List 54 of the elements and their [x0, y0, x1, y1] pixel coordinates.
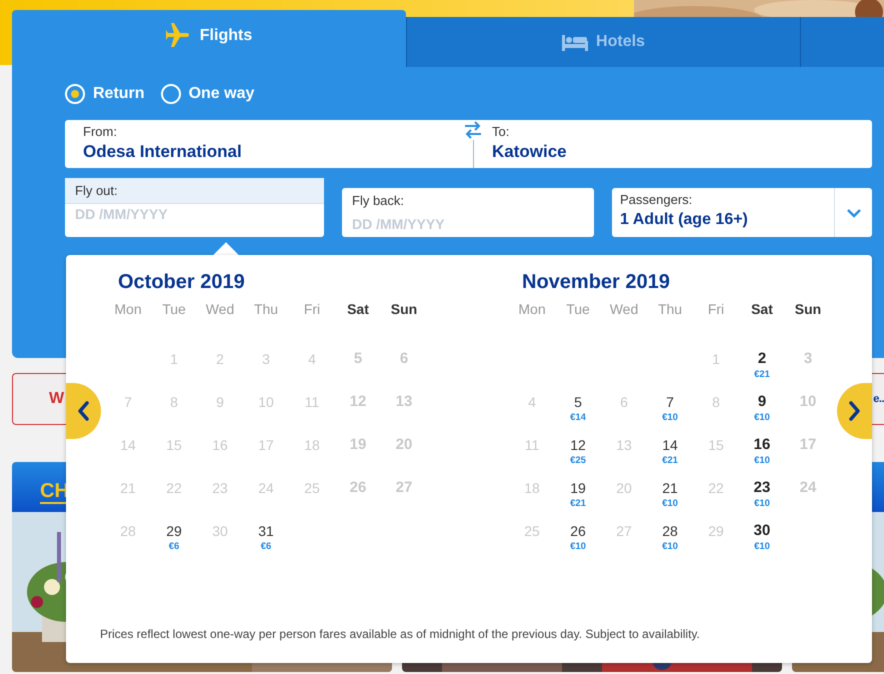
weekday-label: Sun — [794, 300, 822, 319]
month-title: October 2019 — [117, 270, 246, 295]
to-field[interactable]: To: Katowice — [474, 120, 872, 168]
weekday-label: Fri — [706, 300, 726, 319]
radio-button[interactable] — [65, 84, 85, 104]
calendar-day[interactable]: 23 €10 — [739, 479, 785, 522]
weekday-label: Tue — [161, 300, 187, 319]
weekday-label: Fri — [302, 300, 322, 319]
weekday-label: Mon — [113, 300, 143, 319]
banner-link[interactable]: e.. — [873, 390, 884, 408]
date-field[interactable]: Fly out: DD /MM/YYYY — [65, 178, 324, 237]
passengers-field[interactable]: Passengers: 1 Adult (age 16+) — [612, 188, 872, 237]
calendar-day[interactable]: 16 €10 — [739, 436, 785, 479]
date-input[interactable]: DD /MM/YYYY — [342, 214, 594, 238]
field-label: Fly out: — [65, 178, 324, 204]
weekday-label: Sun — [390, 300, 418, 319]
calendar-day[interactable]: 2 €21 — [739, 350, 785, 393]
calendar-day[interactable]: 26 €10 — [555, 522, 601, 565]
calendar-day[interactable]: 30 €10 — [739, 522, 785, 565]
banner-text: W — [49, 389, 64, 409]
radio-button[interactable] — [160, 84, 181, 104]
weekday-label: Thu — [656, 300, 684, 319]
weekday-label: Tue — [565, 300, 591, 319]
date-field[interactable]: Fly back: DD /MM/YYYY — [342, 188, 594, 237]
calendar-day[interactable]: 21 €10 — [647, 479, 693, 522]
weekday-label: Sat — [750, 300, 774, 319]
plane-icon — [166, 22, 192, 48]
radio-option[interactable]: Return — [65, 79, 145, 109]
bed-icon — [562, 33, 588, 51]
calendar-day[interactable]: 9 €10 — [739, 393, 785, 436]
weekday-label: Sat — [346, 300, 370, 319]
calendar-day[interactable]: 31 €6 — [243, 522, 289, 565]
radio-option[interactable]: One way — [160, 79, 254, 109]
chevron-left-icon — [76, 401, 91, 421]
calendar-day[interactable]: 14 €21 — [647, 436, 693, 479]
weekday-label: Wed — [204, 300, 236, 319]
calendar-day[interactable]: 5 €14 — [555, 393, 601, 436]
calendar-day[interactable]: 19 €21 — [555, 479, 601, 522]
weekday-label: Mon — [517, 300, 547, 319]
chevron-right-icon — [847, 401, 862, 421]
weekday-label: Thu — [252, 300, 280, 319]
date-input[interactable]: DD /MM/YYYY — [65, 204, 324, 229]
calendar-day[interactable]: 12 €25 — [555, 436, 601, 479]
calendar-day[interactable]: 7 €10 — [647, 393, 693, 436]
footnote: Prices reflect lowest one-way per person fares available as of midnight of the previous day. Subject to availability. — [100, 626, 701, 643]
month-title: November 2019 — [521, 270, 671, 295]
calendar-day[interactable]: 29 €6 — [151, 522, 197, 565]
tab[interactable]: Flights — [12, 10, 406, 67]
weekday-label: Wed — [608, 300, 640, 319]
field-label: Fly back: — [351, 192, 406, 210]
calendar-day[interactable]: 28 €10 — [647, 522, 693, 565]
tab[interactable]: Hotels — [406, 17, 800, 67]
from-field[interactable]: From: Odesa International — [65, 120, 463, 168]
chevron-down-icon — [846, 208, 862, 218]
